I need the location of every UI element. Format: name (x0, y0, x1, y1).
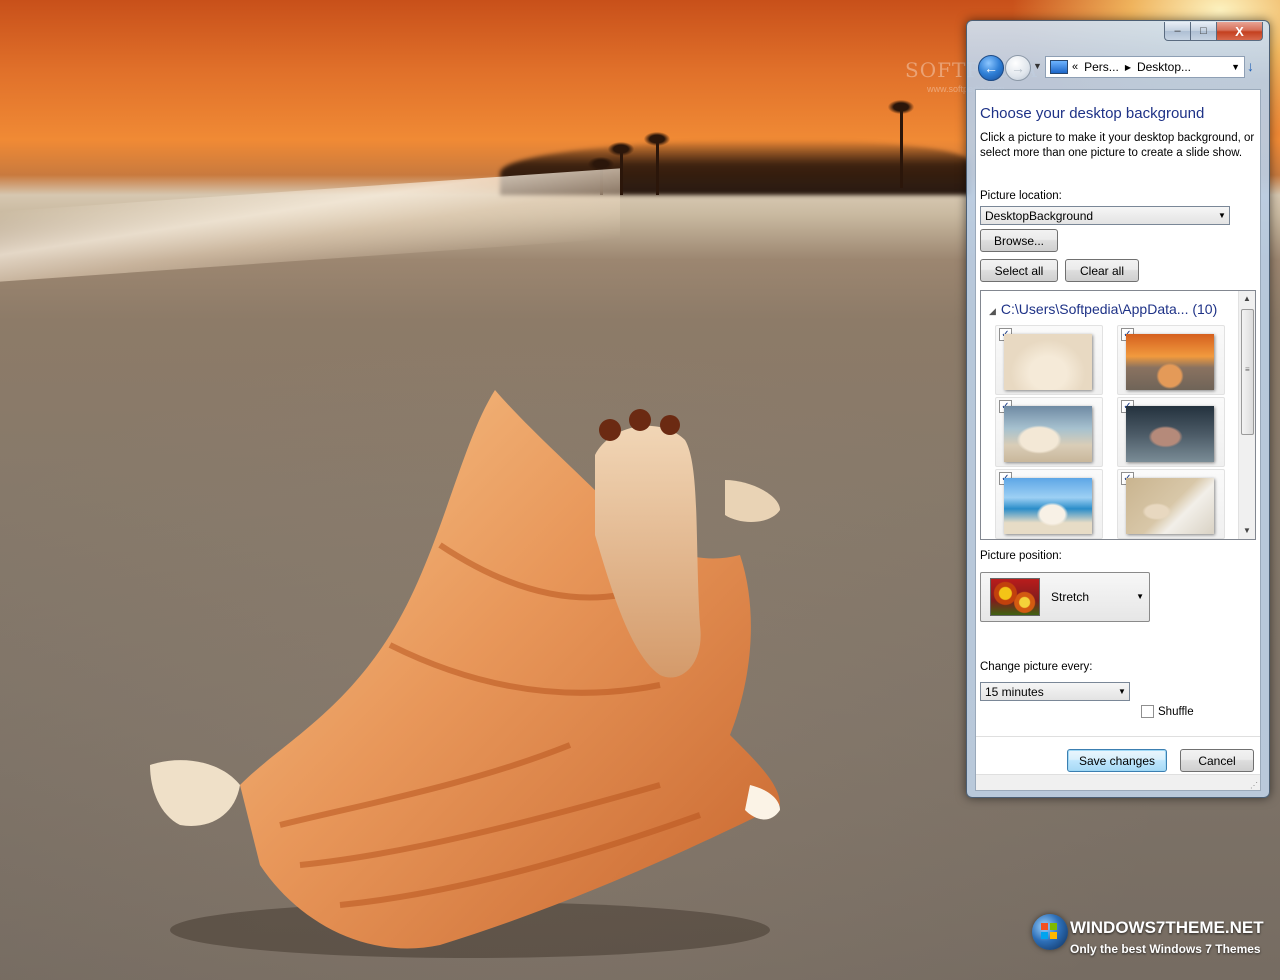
thumbnail-image (1126, 478, 1214, 534)
picture-tile[interactable]: ✓ (1117, 397, 1225, 467)
cancel-button[interactable]: Cancel (1180, 749, 1254, 772)
brand-tagline: Only the best Windows 7 Themes (1070, 942, 1261, 956)
chevron-down-icon: ▼ (1118, 687, 1126, 696)
scroll-down-arrow-icon[interactable]: ▼ (1239, 523, 1255, 539)
content-pane: Choose your desktop background Click a p… (975, 89, 1261, 791)
forward-arrow-icon[interactable]: → (1005, 55, 1031, 81)
palm-tree (608, 142, 634, 195)
close-button[interactable]: X (1217, 22, 1263, 41)
picture-gallery[interactable]: ◢C:\Users\Softpedia\AppData... (10) ✓ ✓ … (980, 290, 1256, 540)
refresh-icon[interactable]: ↓ (1247, 58, 1261, 76)
gallery-scrollbar[interactable]: ▲ ≡ ▼ (1238, 291, 1255, 539)
select-all-button[interactable]: Select all (980, 259, 1058, 282)
thumbnail-image (1004, 334, 1092, 390)
divider (976, 736, 1260, 737)
change-interval-dropdown[interactable]: 15 minutes ▼ (980, 682, 1130, 701)
windows7theme-brand-logo: WINDOWS7THEME.NET Only the best Windows … (1032, 912, 1272, 968)
palm-tree (644, 132, 670, 195)
picture-location-dropdown[interactable]: DesktopBackground ▼ (980, 206, 1230, 225)
control-panel-icon (1050, 60, 1068, 74)
picture-position-value: Stretch (1051, 590, 1090, 604)
breadcrumb-separator-icon[interactable]: ▶ (1125, 63, 1131, 72)
picture-tile[interactable]: ✓ (1117, 469, 1225, 539)
breadcrumb-personalization[interactable]: Pers... (1084, 60, 1119, 74)
page-description: Click a picture to make it your desktop … (980, 132, 1255, 159)
caption-buttons: – □ X (1164, 22, 1263, 42)
breadcrumb-overflow[interactable]: « (1072, 61, 1078, 73)
thumbnail-image (1004, 406, 1092, 462)
brand-title: WINDOWS7THEME.NET (1070, 918, 1264, 937)
recent-pages-dropdown-icon[interactable]: ▼ (1033, 61, 1042, 71)
chevron-down-icon: ▼ (1218, 211, 1226, 220)
shuffle-checkbox[interactable] (1141, 705, 1154, 718)
picture-position-label: Picture position: (980, 550, 1062, 562)
scrollbar-thumb[interactable]: ≡ (1241, 309, 1254, 435)
save-changes-button[interactable]: Save changes (1067, 749, 1167, 772)
breadcrumb-desktop-background[interactable]: Desktop... (1137, 60, 1191, 74)
thumbnail-image (1004, 478, 1092, 534)
status-bar: ⋰ (976, 775, 1260, 790)
maximize-button[interactable]: □ (1191, 22, 1217, 41)
picture-position-dropdown[interactable]: Stretch ▼ (980, 572, 1150, 622)
windows-orb-icon (1032, 914, 1068, 950)
chevron-down-icon: ▼ (1136, 592, 1144, 601)
palm-tree (888, 100, 914, 188)
shuffle-option[interactable]: Shuffle (1141, 705, 1194, 718)
back-arrow-icon[interactable]: ← (978, 55, 1004, 81)
gallery-group-header[interactable]: ◢ C:\Users\Softpedia\AppData... (10) (989, 301, 1217, 317)
clear-all-button[interactable]: Clear all (1065, 259, 1139, 282)
navigation-bar: ← → ▼ « Pers... ▶ Desktop... ▼ ↓ (975, 54, 1265, 84)
picture-tile[interactable]: ✓ (1117, 325, 1225, 395)
picture-tile[interactable]: ✓ (995, 469, 1103, 539)
picture-tile[interactable]: ✓ (995, 325, 1103, 395)
browse-button[interactable]: Browse... (980, 229, 1058, 252)
collapse-triangle-icon[interactable]: ◢ (989, 306, 996, 316)
picture-location-label: Picture location: (980, 190, 1062, 202)
picture-tile[interactable]: ✓ (995, 397, 1103, 467)
thumbnail-image (1126, 334, 1214, 390)
conch-shell-image (150, 390, 780, 958)
shuffle-label: Shuffle (1158, 705, 1194, 718)
position-preview-image (990, 578, 1040, 616)
minimize-button[interactable]: – (1164, 22, 1191, 41)
thumbnail-image (1126, 406, 1214, 462)
desktop-background-window: – □ X ← → ▼ « Pers... ▶ Desktop... ▼ ↓ C… (966, 20, 1270, 798)
change-picture-every-label: Change picture every: (980, 661, 1093, 673)
resize-grip-icon[interactable]: ⋰ (1250, 781, 1258, 790)
page-title: Choose your desktop background (980, 105, 1205, 122)
address-dropdown-icon[interactable]: ▼ (1231, 62, 1240, 72)
address-bar[interactable]: « Pers... ▶ Desktop... ▼ (1045, 56, 1245, 78)
scroll-up-arrow-icon[interactable]: ▲ (1239, 291, 1255, 307)
